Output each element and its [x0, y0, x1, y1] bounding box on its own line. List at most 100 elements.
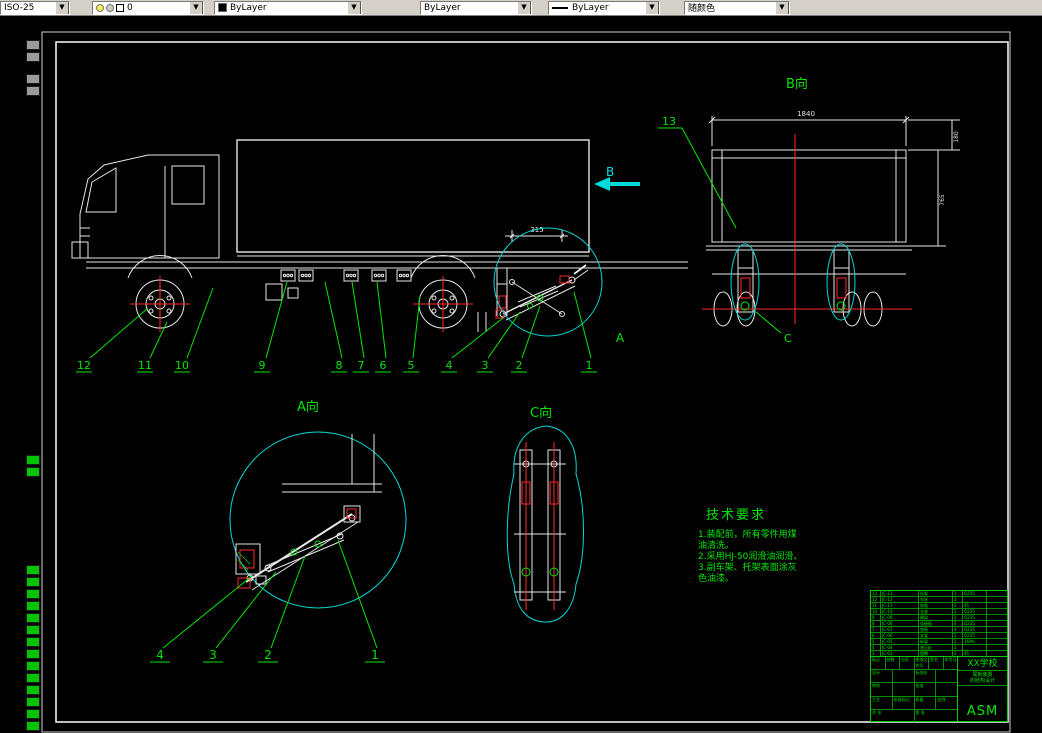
- callout-12: 12: [77, 359, 91, 372]
- a-view-callouts: 4 3 2 1: [150, 539, 385, 663]
- callout-13: 13: [662, 115, 676, 128]
- callout-11: 11: [138, 359, 152, 372]
- toolbar-button-icon[interactable]: [26, 709, 40, 719]
- toolbar-button-icon[interactable]: [26, 589, 40, 599]
- tech-requirements: 技术要求 1.装配前，所有零件用煤 油清洗。 2.采用HJ-50润滑油润滑。 3…: [698, 508, 802, 584]
- callout-3: 3: [482, 359, 489, 372]
- plotstyle-combo[interactable]: 随颜色 ▼: [684, 0, 790, 15]
- tb-label: 比例: [937, 696, 946, 702]
- layer-value: 0: [127, 2, 133, 13]
- toolbar-button-icon[interactable]: [26, 721, 40, 731]
- dim-width-label: 1840: [797, 110, 815, 118]
- toolbar-button-icon[interactable]: [26, 613, 40, 623]
- chevron-down-icon[interactable]: ▼: [645, 1, 659, 14]
- layer-combo[interactable]: 0 ▼: [92, 0, 204, 15]
- tb-label: 更改文件号: [915, 657, 929, 670]
- callout-8: 8: [336, 359, 343, 372]
- cad-application: ISO-25 ▼ 0 ▼ ByLayer ▼ ByLayer ▼ ByLayer…: [0, 0, 1042, 733]
- plotstyle-value: 随颜色: [688, 4, 716, 14]
- tb-label: [893, 683, 915, 696]
- tb-label: [936, 683, 957, 695]
- tb-label: 第 张: [915, 709, 925, 715]
- callout-2: 2: [516, 359, 523, 372]
- chevron-down-icon[interactable]: ▼: [347, 1, 361, 14]
- a-callout-1: 1: [371, 648, 379, 662]
- a-callout-2: 2: [264, 648, 272, 662]
- toolbar-button-icon[interactable]: [26, 467, 40, 477]
- toolbar-button-icon[interactable]: [26, 625, 40, 635]
- color-combo[interactable]: ByLayer ▼: [214, 0, 362, 15]
- detail-circle-a: [493, 227, 603, 337]
- tech-req-title: 技术要求: [706, 508, 766, 523]
- toolbar-button-icon[interactable]: [26, 649, 40, 659]
- chevron-down-icon[interactable]: ▼: [189, 1, 203, 14]
- tb-label: 标准化: [915, 670, 937, 683]
- toolbar-button-icon[interactable]: [26, 673, 40, 683]
- tb-label: 设计: [871, 670, 893, 683]
- chevron-down-icon[interactable]: ▼: [517, 1, 531, 14]
- a-view-label: A向: [297, 399, 319, 415]
- drawing-number: ASM: [966, 704, 999, 719]
- b-arrow-label: B: [606, 165, 614, 179]
- callout-7: 7: [358, 359, 365, 372]
- tb-label: 批准: [915, 683, 937, 696]
- linetype-value: ByLayer: [424, 2, 461, 13]
- title-block: 13 JC-13 托架 1 Q235 12 JC-12 车轮 2 11 JC-11 轮毂 2 45 10 JC…: [870, 590, 1008, 723]
- layer-freeze-icon: [106, 3, 114, 12]
- tech-req-line: 色油漆。: [698, 572, 734, 584]
- color-value: ByLayer: [230, 2, 267, 13]
- toolbar-button-icon[interactable]: [26, 40, 40, 50]
- chevron-down-icon[interactable]: ▼: [775, 1, 789, 14]
- toolbar-button-icon[interactable]: [26, 455, 40, 465]
- toolbar-button-icon[interactable]: [26, 52, 40, 62]
- c-view: [506, 425, 584, 623]
- toolbar-button-icon[interactable]: [26, 697, 40, 707]
- toolbar-button-icon[interactable]: [26, 601, 40, 611]
- a-callout-3: 3: [209, 648, 217, 662]
- toolbar-button-icon[interactable]: [26, 565, 40, 575]
- left-toolbar[interactable]: [26, 36, 41, 731]
- b-direction-arrow: B: [594, 165, 640, 191]
- tb-label: 标记: [871, 657, 886, 670]
- a-callout-4: 4: [156, 648, 164, 662]
- dim-180-label: 180: [953, 131, 960, 143]
- toolbar-button-icon[interactable]: [26, 86, 40, 96]
- detail-a-letter: A: [616, 331, 625, 345]
- callout-1: 1: [586, 359, 593, 372]
- linetype-combo[interactable]: ByLayer ▼: [420, 0, 532, 15]
- object-properties-toolbar: ISO-25 ▼ 0 ▼ ByLayer ▼ ByLayer ▼ ByLayer…: [0, 0, 1042, 16]
- tb-label: 工艺: [871, 696, 893, 709]
- chevron-down-icon[interactable]: ▼: [55, 1, 69, 14]
- tech-req-line: 1.装配前，所有零件用煤: [698, 528, 797, 540]
- bom-row: 3 JC-03 摆臂 2 45: [871, 651, 1007, 656]
- tech-req-line: 油清洗。: [698, 539, 734, 551]
- toolbar-button-icon[interactable]: [26, 661, 40, 671]
- layer-on-icon: [96, 3, 104, 12]
- dim-765-label: 765: [939, 194, 946, 206]
- toolbar-button-icon[interactable]: [26, 637, 40, 647]
- chassis-brackets: [265, 269, 412, 301]
- b-view-label: B向: [786, 76, 808, 92]
- toolbar-button-icon[interactable]: [26, 685, 40, 695]
- dim-style-value: ISO-25: [4, 2, 35, 13]
- tb-label: 质量: [915, 696, 937, 709]
- tb-label: 年月日: [944, 657, 957, 662]
- tb-label: 分区: [900, 657, 915, 670]
- dim-style-combo[interactable]: ISO-25 ▼: [0, 0, 70, 15]
- tb-label: 共 张: [871, 709, 915, 723]
- callout-10: 10: [175, 359, 189, 372]
- a-view-detail: [235, 434, 382, 591]
- color-swatch-icon: [218, 3, 227, 12]
- lineweight-combo[interactable]: ByLayer ▼: [548, 0, 660, 15]
- b-view-callout: 13: [658, 115, 737, 229]
- callout-5: 5: [408, 359, 415, 372]
- tb-label: 审核: [871, 683, 893, 696]
- toolbar-button-icon[interactable]: [26, 577, 40, 587]
- lineweight-sample-icon: [552, 6, 568, 9]
- tb-label: 处数: [886, 657, 900, 670]
- toolbar-button-icon[interactable]: [26, 74, 40, 84]
- tb-label: [893, 670, 915, 683]
- callout-4: 4: [446, 359, 453, 372]
- tb-label: [936, 670, 957, 682]
- arrow-left-icon: [594, 177, 610, 191]
